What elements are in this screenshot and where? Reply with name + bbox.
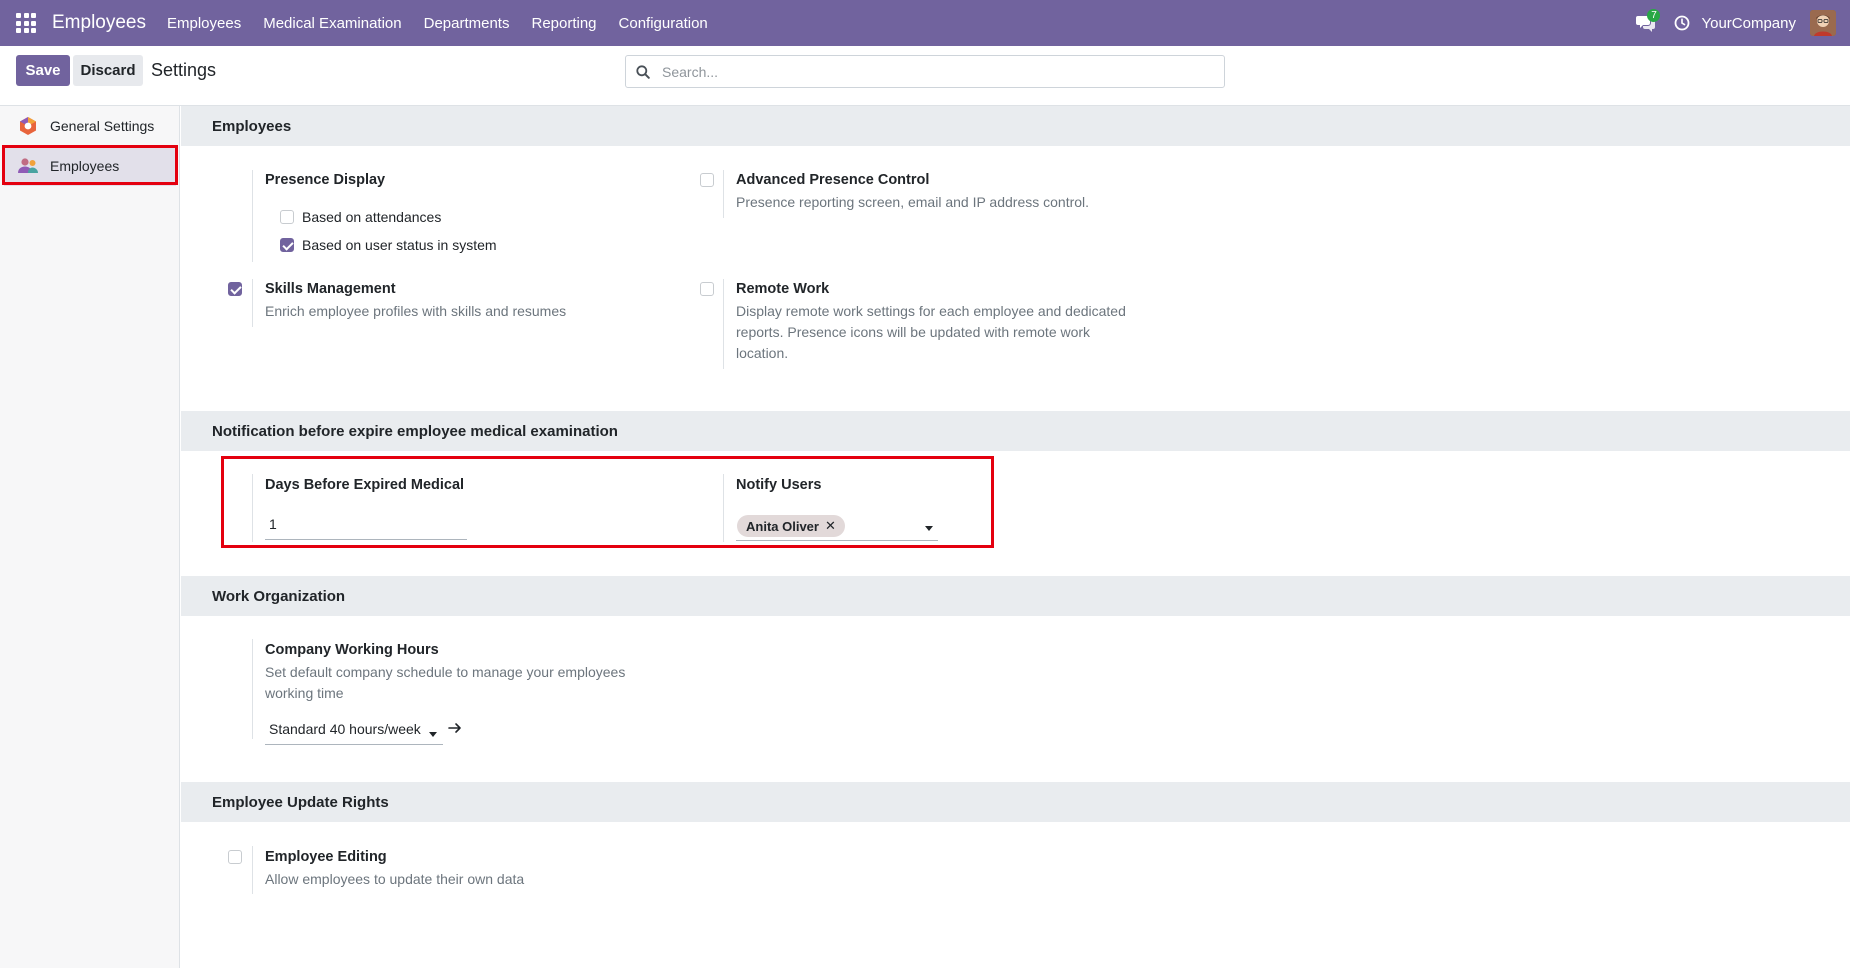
user-tag: Anita Oliver ✕ xyxy=(737,515,845,537)
sidebar-item-label: Employees xyxy=(50,158,120,174)
advanced-presence-desc: Presence reporting screen, email and IP … xyxy=(736,194,1090,210)
divider xyxy=(252,846,253,894)
apps-menu-icon[interactable] xyxy=(0,0,52,46)
advanced-presence-checkbox[interactable] xyxy=(700,173,714,187)
employees-icon xyxy=(17,155,39,177)
working-hours-select[interactable]: Standard 40 hours/week xyxy=(265,721,443,745)
odoo-logo-icon xyxy=(17,115,39,137)
notify-users-title: Notify Users xyxy=(736,477,822,493)
sidebar-item-employees[interactable]: Employees xyxy=(4,146,176,186)
divider xyxy=(723,170,724,218)
search-icon xyxy=(626,64,660,79)
employee-editing-desc: Allow employees to update their own data xyxy=(265,871,525,887)
activity-button[interactable] xyxy=(1665,0,1699,46)
section-header-employees: Employees xyxy=(181,106,1850,146)
clock-icon xyxy=(1675,15,1690,31)
remote-work-desc-line-2: reports. Presence icons will be updated … xyxy=(736,324,1091,340)
based-on-user-status-checkbox[interactable] xyxy=(280,238,294,252)
divider xyxy=(252,279,253,327)
section-title: Notification before expire employee medi… xyxy=(212,422,618,440)
top-navbar: Employees Employees Medical Examination … xyxy=(0,0,1850,46)
nav-configuration[interactable]: Configuration xyxy=(608,15,719,32)
nav-employees[interactable]: Employees xyxy=(156,15,252,32)
days-before-expired-input[interactable]: 1 xyxy=(265,516,467,540)
remote-work-desc-line-1: Display remote work settings for each em… xyxy=(736,303,1126,319)
page-title: Settings xyxy=(151,60,217,80)
remove-tag-icon[interactable]: ✕ xyxy=(825,518,836,534)
skills-management-checkbox[interactable] xyxy=(228,282,242,296)
section-header-notification: Notification before expire employee medi… xyxy=(181,411,1850,451)
open-record-arrow-icon[interactable] xyxy=(447,720,463,740)
presence-display-title: Presence Display xyxy=(265,172,386,188)
user-tag-label: Anita Oliver xyxy=(746,518,819,534)
sidebar-item-general-settings[interactable]: General Settings xyxy=(4,106,176,146)
divider xyxy=(252,474,253,542)
based-on-user-status-label[interactable]: Based on user status in system xyxy=(302,237,497,253)
sidebar-item-label: General Settings xyxy=(50,118,155,134)
skills-management-desc: Enrich employee profiles with skills and… xyxy=(265,303,567,319)
company-working-hours-desc-line-1: Set default company schedule to manage y… xyxy=(265,664,626,680)
remote-work-desc-line-3: location. xyxy=(736,345,789,361)
dropdown-caret-icon[interactable] xyxy=(925,526,933,531)
company-working-hours-title: Company Working Hours xyxy=(265,642,439,658)
nav-reporting[interactable]: Reporting xyxy=(520,15,607,32)
section-header-employee-update-rights: Employee Update Rights xyxy=(181,782,1850,822)
based-on-attendances-label[interactable]: Based on attendances xyxy=(302,209,441,225)
divider xyxy=(252,639,253,739)
search-input[interactable] xyxy=(660,62,1224,81)
message-count-badge: 7 xyxy=(1647,9,1661,22)
section-title: Employee Update Rights xyxy=(212,793,389,811)
nav-medical-examination[interactable]: Medical Examination xyxy=(252,15,412,32)
employee-editing-title[interactable]: Employee Editing xyxy=(265,849,387,865)
skills-management-title[interactable]: Skills Management xyxy=(265,281,396,297)
messaging-button[interactable]: 7 xyxy=(1625,0,1665,46)
section-title: Work Organization xyxy=(212,587,346,605)
dropdown-caret-icon[interactable] xyxy=(429,732,437,737)
remote-work-title[interactable]: Remote Work xyxy=(736,281,829,297)
settings-sidebar: General Settings Employees xyxy=(0,106,180,968)
employee-editing-checkbox[interactable] xyxy=(228,850,242,864)
control-panel: Save Discard Settings xyxy=(0,46,1850,106)
app-brand[interactable]: Employees xyxy=(52,12,146,34)
divider xyxy=(252,170,253,262)
section-header-work-organization: Work Organization xyxy=(181,576,1850,616)
divider xyxy=(723,474,724,542)
based-on-attendances-checkbox[interactable] xyxy=(280,210,294,224)
discard-button[interactable]: Discard xyxy=(73,55,143,86)
save-button[interactable]: Save xyxy=(16,55,70,86)
remote-work-checkbox[interactable] xyxy=(700,282,714,296)
nav-departments[interactable]: Departments xyxy=(413,15,521,32)
divider xyxy=(723,279,724,369)
search-bar[interactable] xyxy=(625,55,1225,88)
advanced-presence-title[interactable]: Advanced Presence Control xyxy=(736,172,929,188)
company-switcher[interactable]: YourCompany xyxy=(1701,15,1796,32)
company-working-hours-desc-line-2: working time xyxy=(265,685,344,701)
settings-main: Employees Presence Display Based on atte… xyxy=(181,106,1850,968)
user-avatar[interactable] xyxy=(1810,10,1836,36)
section-title: Employees xyxy=(212,117,292,135)
days-before-expired-title: Days Before Expired Medical xyxy=(265,477,465,493)
